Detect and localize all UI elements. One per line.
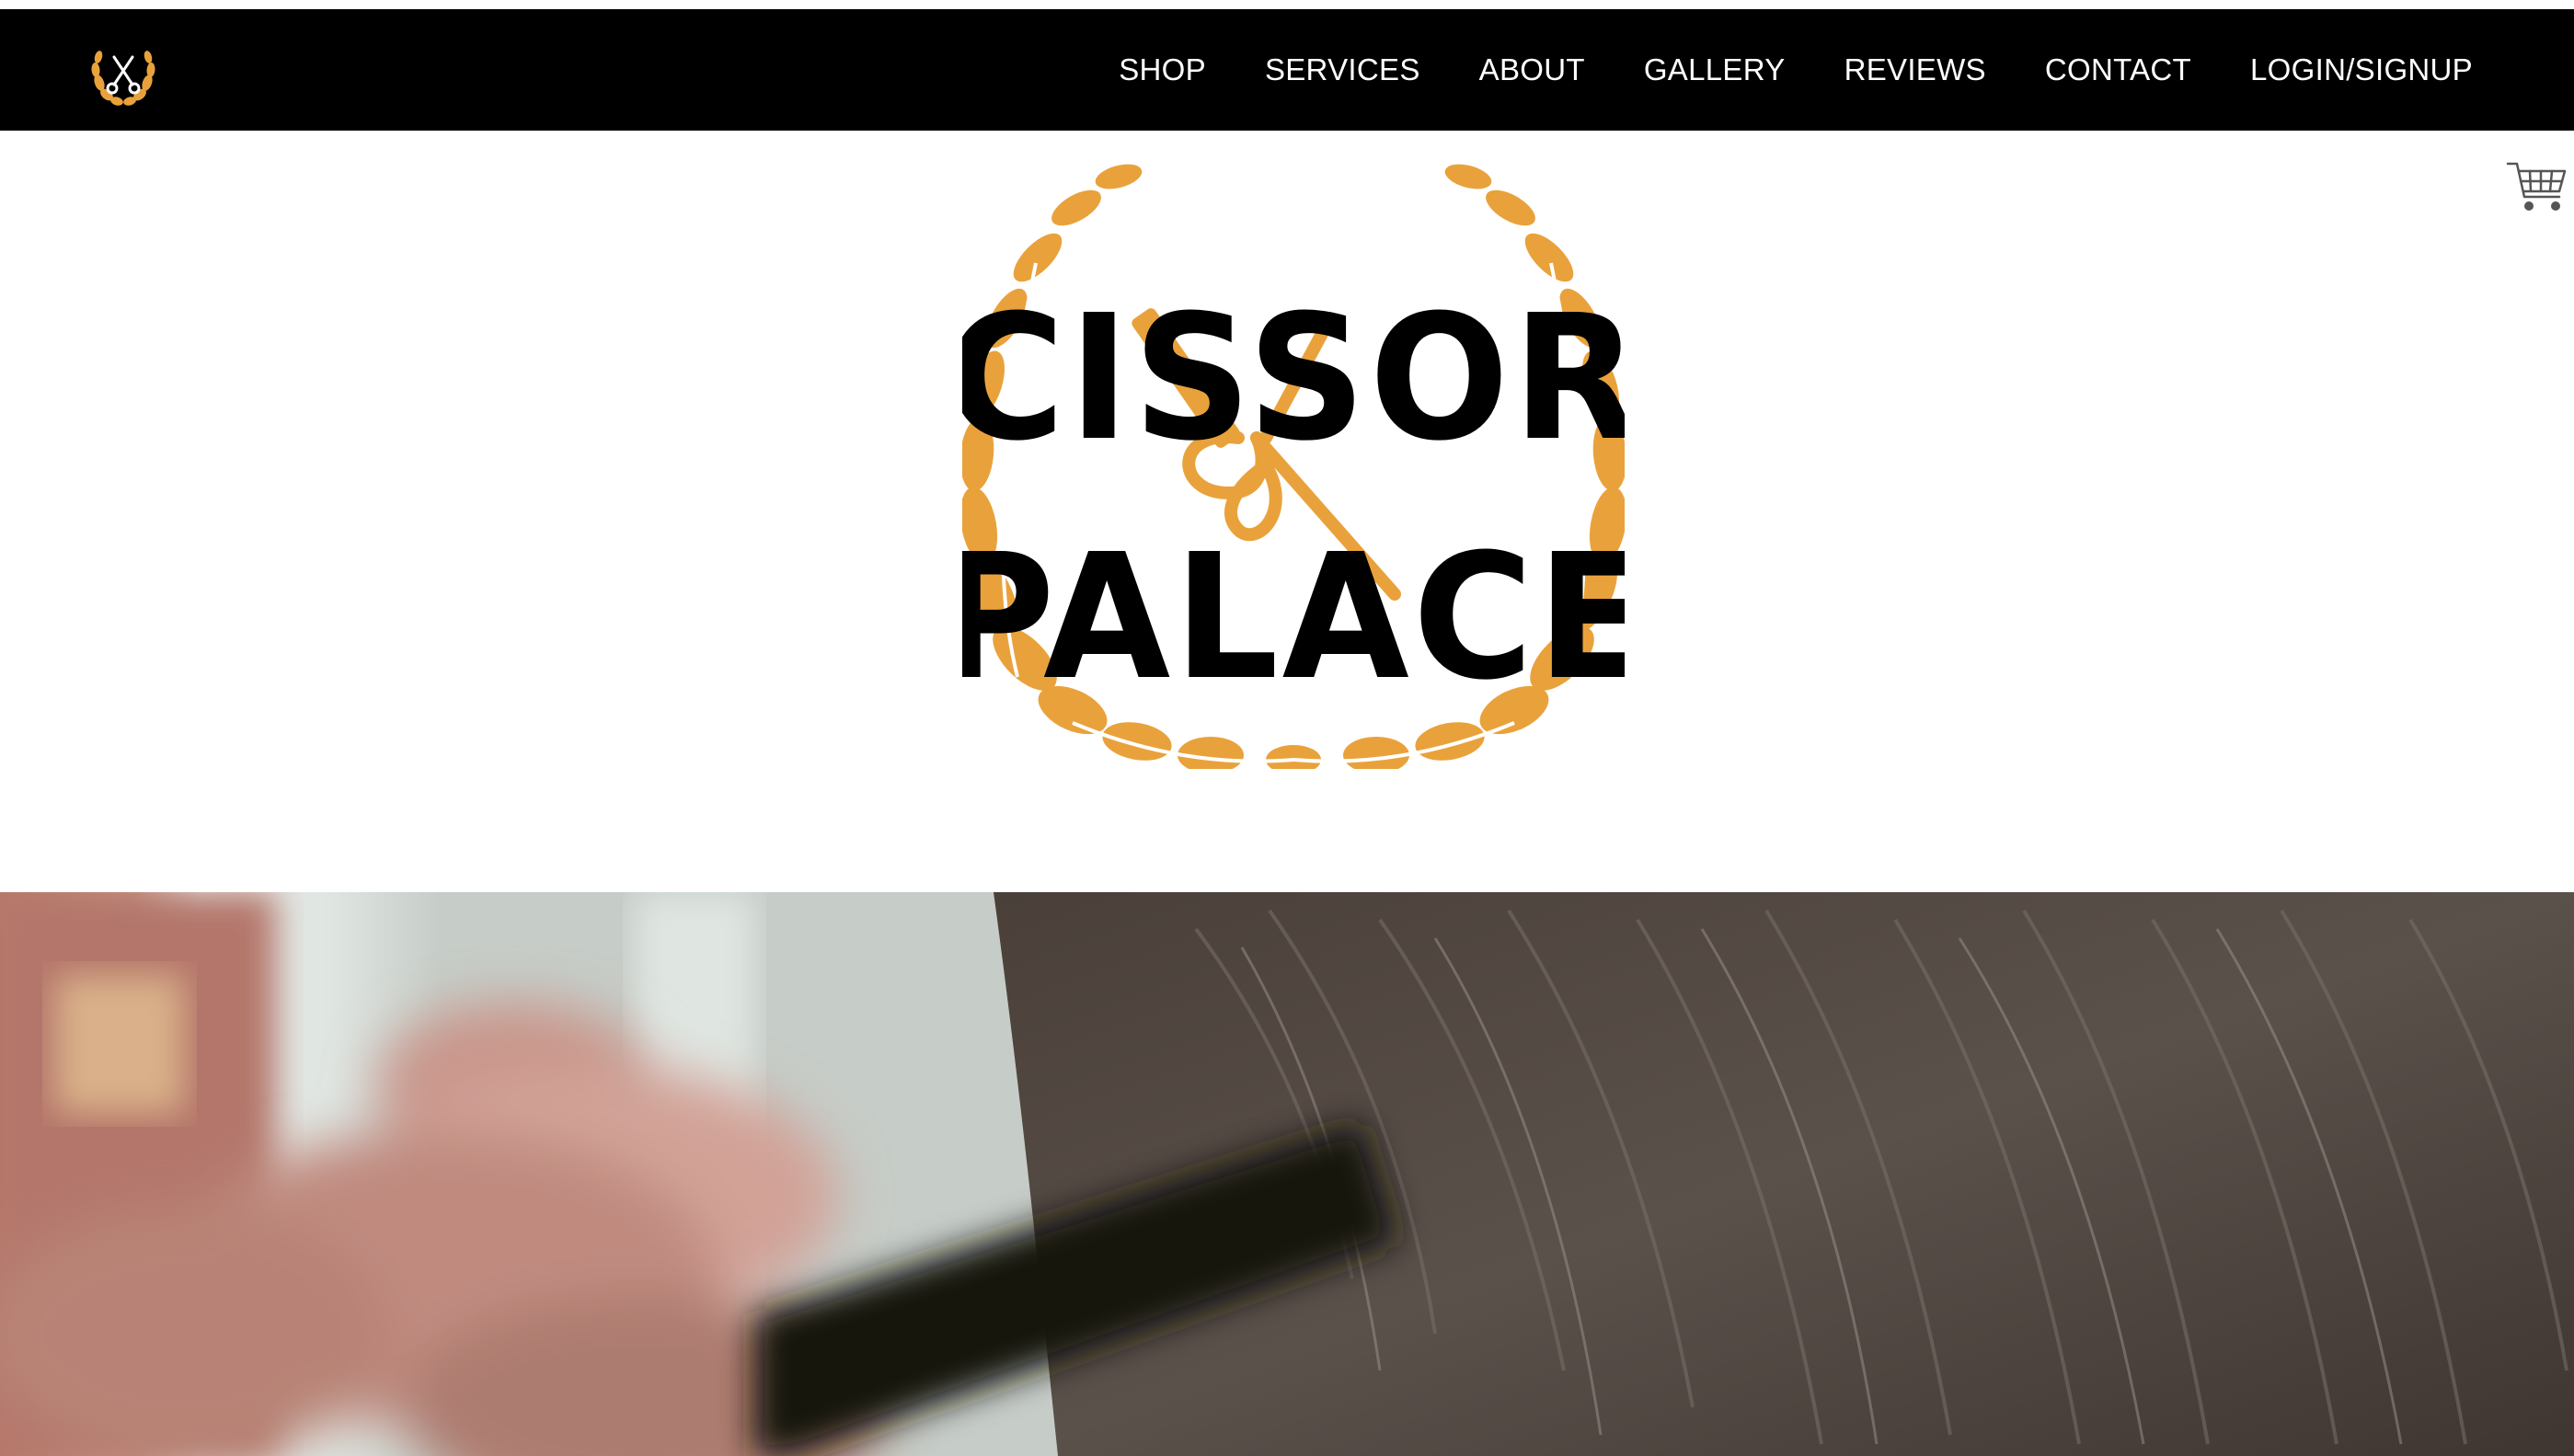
logo-text-line2: PALACE (962, 518, 1625, 718)
shopping-cart-icon[interactable] (2504, 155, 2570, 221)
nav-link-services[interactable]: SERVICES (1265, 52, 1420, 87)
brand-logo: SCISSORS PALACE (822, 162, 1761, 774)
nav-link-login-signup[interactable]: LOGIN/SIGNUP (2250, 52, 2473, 87)
page: SHOP SERVICES ABOUT GALLERY REVIEWS CONT… (0, 0, 2574, 1456)
hero-video[interactable] (0, 892, 2574, 1456)
nav-link-reviews[interactable]: REVIEWS (1844, 52, 1986, 87)
nav-link-about[interactable]: ABOUT (1479, 52, 1585, 87)
top-strip (0, 0, 2574, 9)
hero-image-barber-cut (0, 892, 2574, 1456)
logo-text-line1: SCISSORS (962, 279, 1625, 479)
nav-link-gallery[interactable]: GALLERY (1644, 52, 1786, 87)
nav-link-contact[interactable]: CONTACT (2045, 52, 2191, 87)
nav-link-shop[interactable]: SHOP (1119, 52, 1206, 87)
nav-links: SHOP SERVICES ABOUT GALLERY REVIEWS CONT… (1119, 9, 2473, 131)
top-navbar: SHOP SERVICES ABOUT GALLERY REVIEWS CONT… (0, 9, 2574, 131)
nav-logo-icon[interactable] (86, 37, 160, 110)
